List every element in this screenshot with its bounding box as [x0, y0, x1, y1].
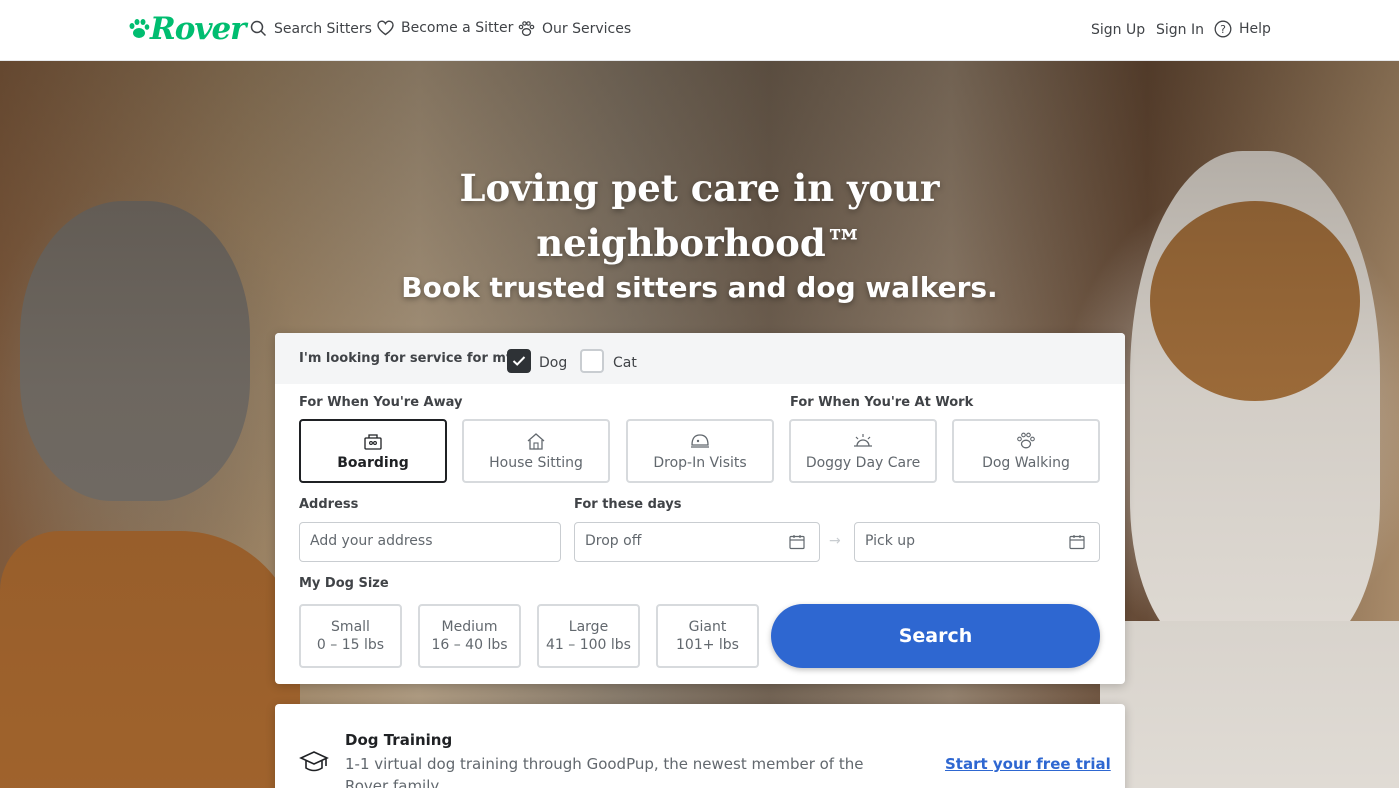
address-label: Address: [299, 497, 359, 512]
start-free-trial-link[interactable]: Start your free trial: [945, 755, 1111, 773]
hero-headline: Loving pet care in your neighborhood™: [0, 161, 1399, 271]
help-label: Help: [1239, 21, 1271, 37]
paw-logo-icon: [129, 19, 150, 38]
service-day-care-label: Doggy Day Care: [805, 455, 921, 471]
search-form-card: I'm looking for service for my: Dog Cat …: [275, 333, 1125, 684]
size-giant-name: Giant: [688, 619, 727, 635]
sign-in-link[interactable]: Sign In: [1156, 22, 1204, 38]
hero-headline-line2: neighborhood™: [536, 221, 863, 265]
paw-icon: [1017, 432, 1035, 449]
heart-icon: [377, 20, 394, 36]
graduation-cap-icon: [299, 751, 329, 772]
size-large-range: 41 – 100 lbs: [546, 637, 631, 653]
date-range-arrow: →: [829, 533, 841, 549]
pick-up-placeholder: Pick up: [865, 533, 916, 549]
help-link[interactable]: ? Help: [1214, 20, 1271, 38]
calendar-icon: [789, 535, 805, 550]
pick-up-date-input[interactable]: Pick up: [854, 522, 1100, 562]
sign-up-link[interactable]: Sign Up: [1091, 22, 1145, 38]
pet-prompt: I'm looking for service for my:: [299, 351, 520, 366]
dog-training-banner: Dog Training 1-1 virtual dog training th…: [275, 704, 1125, 788]
size-large-name: Large: [568, 619, 609, 635]
cat-checkbox[interactable]: [580, 349, 604, 373]
service-drop-in-button[interactable]: Drop-In Visits: [626, 419, 774, 483]
drop-off-date-input[interactable]: Drop off: [574, 522, 820, 562]
size-small-button[interactable]: Small 0 – 15 lbs: [299, 604, 402, 668]
pet-type-row: I'm looking for service for my: Dog Cat: [275, 333, 1125, 384]
sun-icon: [854, 434, 872, 447]
size-medium-button[interactable]: Medium 16 – 40 lbs: [418, 604, 521, 668]
checkmark-icon: [512, 356, 526, 366]
service-boarding-button[interactable]: Boarding: [299, 419, 447, 483]
dog-checkbox[interactable]: [507, 349, 531, 373]
promo-title: Dog Training: [345, 731, 453, 749]
nav-search-sitters[interactable]: Search Sitters: [250, 20, 372, 37]
size-medium-range: 16 – 40 lbs: [431, 637, 508, 653]
calendar-icon: [1069, 535, 1085, 550]
service-house-sitting-button[interactable]: House Sitting: [462, 419, 610, 483]
service-dog-walking-button[interactable]: Dog Walking: [952, 419, 1100, 483]
dog-size-label: My Dog Size: [299, 576, 389, 591]
logo-text: Rover: [150, 11, 247, 47]
service-drop-in-label: Drop-In Visits: [653, 455, 747, 471]
sign-in-label: Sign In: [1156, 22, 1204, 38]
help-icon: ?: [1214, 20, 1232, 38]
size-giant-button[interactable]: Giant 101+ lbs: [656, 604, 759, 668]
size-large-button[interactable]: Large 41 – 100 lbs: [537, 604, 640, 668]
svg-text:?: ?: [1220, 23, 1226, 36]
work-section-label: For When You're At Work: [790, 395, 974, 410]
nav-become-sitter[interactable]: Become a Sitter: [377, 20, 513, 36]
hero-headline-line1: Loving pet care in your: [459, 166, 940, 210]
drop-in-icon: [691, 434, 709, 448]
top-navigation-bar: Rover Search Sitters Become a Sitter Our…: [0, 0, 1399, 61]
service-dog-walking-label: Dog Walking: [982, 455, 1070, 471]
service-boarding-label: Boarding: [337, 455, 409, 471]
nav-become-sitter-label: Become a Sitter: [401, 20, 514, 36]
paw-icon: [518, 21, 535, 36]
drop-off-placeholder: Drop off: [585, 533, 642, 549]
size-medium-name: Medium: [441, 619, 498, 635]
nav-search-sitters-label: Search Sitters: [274, 20, 372, 37]
search-icon: [250, 20, 267, 37]
cat-checkbox-label[interactable]: Cat: [613, 355, 637, 371]
rover-logo[interactable]: Rover: [128, 11, 247, 47]
address-placeholder: Add your address: [310, 533, 433, 549]
size-small-name: Small: [331, 619, 370, 635]
search-button[interactable]: Search: [771, 604, 1100, 668]
size-small-range: 0 – 15 lbs: [316, 637, 385, 653]
boarding-icon: [364, 434, 382, 450]
nav-our-services[interactable]: Our Services: [518, 20, 631, 37]
dog-checkbox-label[interactable]: Dog: [539, 355, 567, 371]
service-house-sitting-label: House Sitting: [489, 455, 583, 471]
address-input[interactable]: Add your address: [299, 522, 561, 562]
days-label: For these days: [574, 497, 682, 512]
hero-subhead: Book trusted sitters and dog walkers.: [401, 271, 998, 304]
sign-up-label: Sign Up: [1091, 22, 1146, 38]
promo-text: 1-1 virtual dog training through GoodPup…: [345, 755, 864, 788]
away-section-label: For When You're Away: [299, 395, 463, 410]
service-day-care-button[interactable]: Doggy Day Care: [789, 419, 937, 483]
nav-our-services-label: Our Services: [542, 20, 632, 37]
size-giant-range: 101+ lbs: [676, 637, 739, 653]
house-icon: [527, 433, 545, 450]
